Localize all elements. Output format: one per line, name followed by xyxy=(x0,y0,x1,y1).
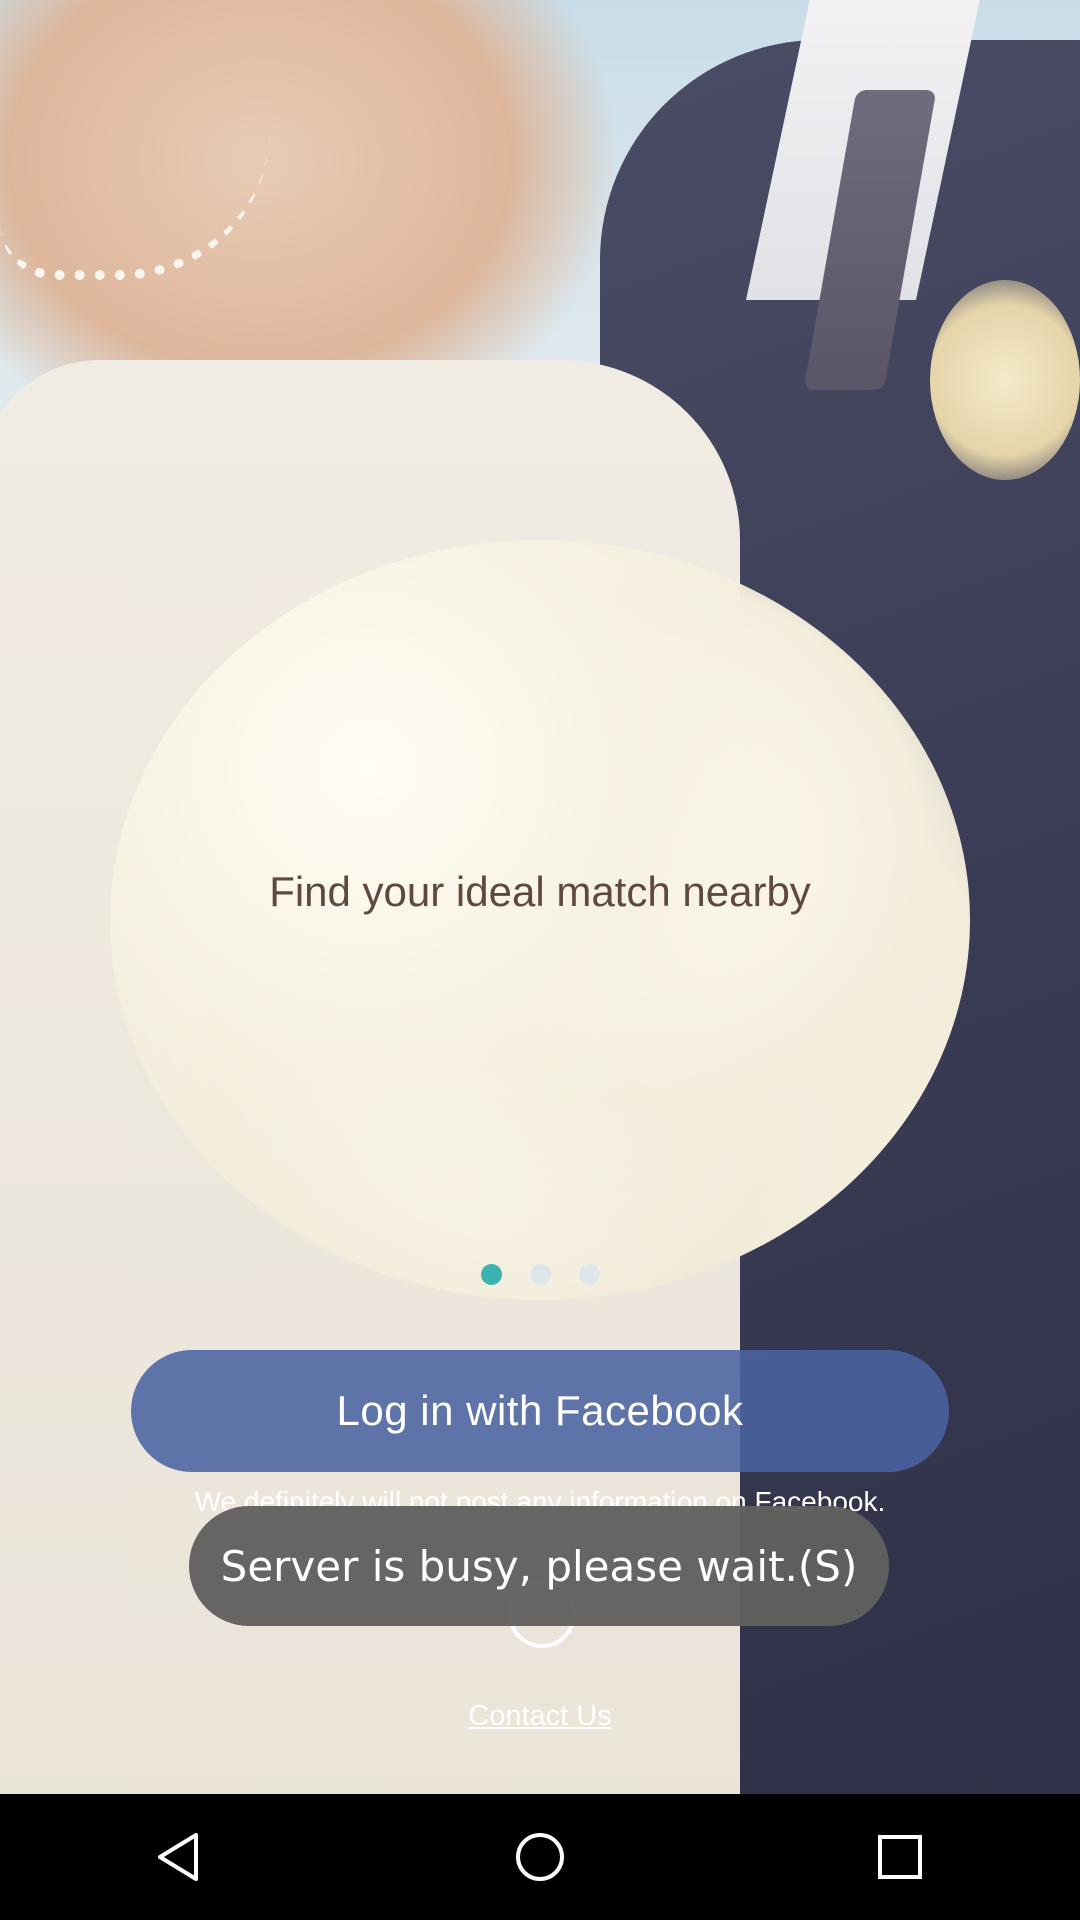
system-navigation-bar xyxy=(0,1794,1080,1920)
toast-message: Server is busy, please wait.(S) xyxy=(220,1541,858,1591)
home-button[interactable] xyxy=(480,1797,600,1917)
onboarding-tagline: Find your ideal match nearby xyxy=(269,868,811,915)
back-triangle-icon xyxy=(158,1833,198,1881)
contact-us-link[interactable]: Contact Us xyxy=(0,1700,1080,1733)
home-circle-icon xyxy=(516,1833,564,1881)
recents-square-icon xyxy=(878,1835,922,1879)
page-dot-1[interactable] xyxy=(480,1264,502,1285)
page-dot-2[interactable] xyxy=(529,1264,551,1285)
recents-button[interactable] xyxy=(840,1797,960,1917)
page-dot-3[interactable] xyxy=(578,1264,600,1285)
app-screen: Find your ideal match nearby Log in with… xyxy=(0,0,1080,1920)
facebook-login-label: Log in with Facebook xyxy=(336,1387,744,1434)
page-indicator xyxy=(0,1264,1080,1285)
back-button[interactable] xyxy=(120,1797,240,1917)
busy-toast: Server is busy, please wait.(S) xyxy=(189,1506,889,1626)
facebook-login-button[interactable]: Log in with Facebook xyxy=(131,1350,949,1472)
